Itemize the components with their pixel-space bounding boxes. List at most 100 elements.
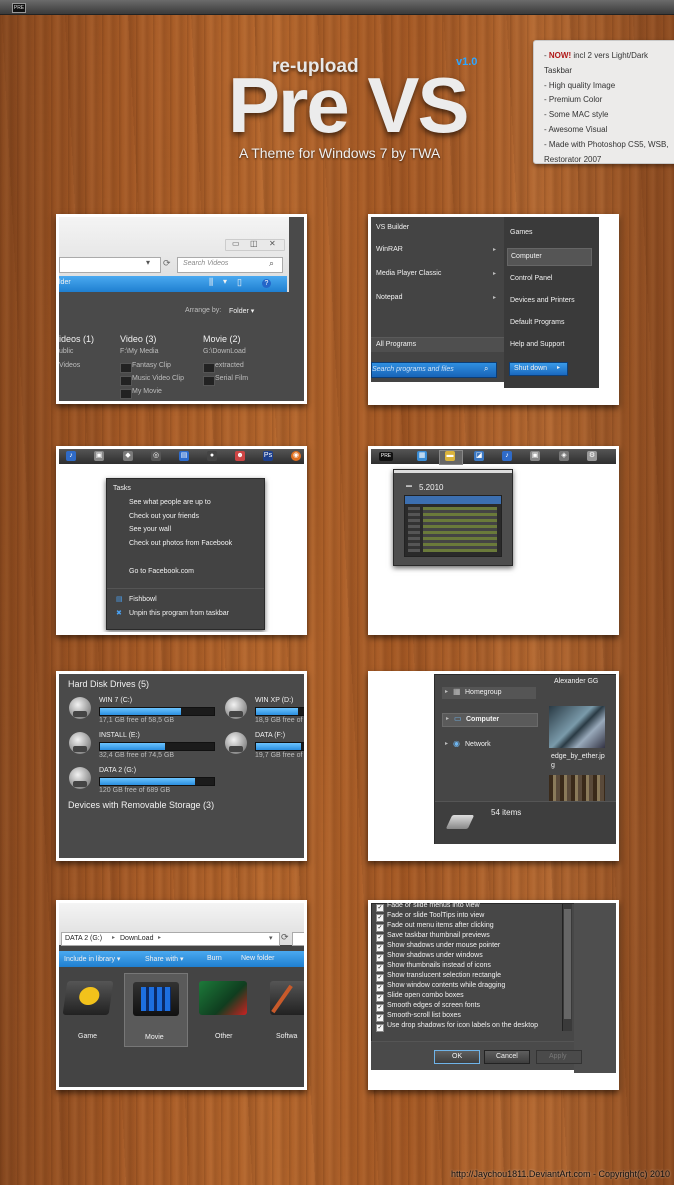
image-icon[interactable]: ◪ <box>474 451 484 461</box>
settings-icon[interactable]: ⚙ <box>587 451 597 461</box>
option-checkbox[interactable]: ✓ <box>376 924 384 932</box>
share-with-menu[interactable]: Share with ▾ <box>145 955 184 963</box>
music-icon[interactable]: ♪ <box>66 451 76 461</box>
search-icon[interactable]: ⌕ <box>484 364 488 374</box>
start-link[interactable]: Control Panel <box>510 275 552 282</box>
all-programs-row[interactable]: All Programs <box>371 337 504 352</box>
image-thumbnail[interactable] <box>549 706 605 748</box>
dropdown-icon[interactable]: ▾ <box>146 258 150 267</box>
option-checkbox[interactable]: ✓ <box>376 994 384 1002</box>
drive-name[interactable]: WIN XP (D:) <box>255 697 293 704</box>
tool-icon[interactable]: ▣ <box>530 451 540 461</box>
task-item[interactable]: See your wall <box>129 526 171 533</box>
open-program-item[interactable]: Fishbowl <box>129 596 157 603</box>
refresh-icon[interactable]: ⟳ <box>163 258 171 269</box>
address-bar[interactable]: DATA 2 (G:) ▸ DownLoad ▸ ▾ <box>61 932 280 946</box>
include-library-menu[interactable]: Include in library ▾ <box>64 955 120 963</box>
folder-tile-movie[interactable]: Movie <box>124 973 188 1047</box>
option-checkbox[interactable]: ✓ <box>376 984 384 992</box>
search-input[interactable]: Search Videos ⌕ <box>177 257 283 273</box>
shutdown-button[interactable]: Shut down ▸ <box>509 362 568 376</box>
cancel-button[interactable]: Cancel <box>484 1050 530 1064</box>
option-checkbox[interactable]: ✓ <box>376 964 384 972</box>
option-checkbox[interactable]: ✓ <box>376 944 384 952</box>
start-link-selected[interactable]: Computer <box>507 248 592 266</box>
preview-pane-icon[interactable]: ▯ <box>237 277 242 288</box>
option-checkbox[interactable]: ✓ <box>376 1014 384 1022</box>
pre-logo-icon[interactable]: PRE <box>379 452 393 461</box>
apply-button[interactable]: Apply <box>536 1050 582 1064</box>
thumbnail-popup[interactable]: ▬ 5.2010 <box>393 469 513 566</box>
drive-name[interactable]: DATA (F:) <box>255 732 285 739</box>
app-icon[interactable]: ◆ <box>123 451 133 461</box>
program-item[interactable]: VS Builder <box>376 224 409 231</box>
task-item[interactable]: Go to Facebook.com <box>129 568 194 575</box>
folder-label[interactable]: Videos <box>59 362 80 369</box>
folder-label[interactable]: extracted <box>215 362 244 369</box>
music-icon[interactable]: ♪ <box>502 451 512 461</box>
nav-item-homegroup[interactable]: ▸ ▦ Homegroup <box>442 687 536 699</box>
option-checkbox[interactable]: ✓ <box>376 1004 384 1012</box>
task-item[interactable]: Check out photos from Facebook <box>129 540 232 547</box>
task-item[interactable]: See what people are up to <box>129 499 211 506</box>
folder-label[interactable]: Serial Film <box>215 375 248 382</box>
nav-item-network[interactable]: ▸ ◉ Network <box>442 739 536 751</box>
nav-item-computer[interactable]: ▸ ▭ Computer <box>442 713 538 727</box>
app-icon[interactable]: ◈ <box>559 451 569 461</box>
photoshop-icon[interactable]: Ps <box>263 451 273 461</box>
maximize-icon[interactable]: ◫ <box>250 239 258 248</box>
folder-tile-software[interactable]: Softwa <box>264 973 304 1045</box>
firefox-icon[interactable]: ◉ <box>291 451 301 461</box>
folder-tile-other[interactable]: Other <box>193 973 255 1045</box>
address-bar[interactable]: ▾ <box>59 257 161 273</box>
program-item[interactable]: Media Player Classic <box>376 270 441 277</box>
breadcrumb-item[interactable]: DownLoad <box>120 935 153 942</box>
burn-button[interactable]: Burn <box>207 955 222 962</box>
folder-label[interactable]: Fantasy Clip <box>132 362 171 369</box>
image-thumbnail[interactable] <box>549 775 605 801</box>
folder-label[interactable]: My Movie <box>132 388 162 395</box>
start-search-input[interactable]: Search programs and files ⌕ <box>371 362 497 378</box>
option-checkbox[interactable]: ✓ <box>376 1024 384 1032</box>
folder-tile-game[interactable]: Game <box>59 973 119 1045</box>
search-icon[interactable]: ⌕ <box>269 258 274 269</box>
option-checkbox[interactable]: ✓ <box>376 974 384 982</box>
option-checkbox[interactable]: ✓ <box>376 954 384 962</box>
start-link[interactable]: Help and Support <box>510 341 564 348</box>
drive-name[interactable]: DATA 2 (G:) <box>99 767 136 774</box>
ok-button[interactable]: OK <box>434 1050 480 1064</box>
start-link[interactable]: Devices and Printers <box>510 297 575 304</box>
start-link[interactable]: Default Programs <box>510 319 564 326</box>
person-icon[interactable]: ● <box>207 451 217 461</box>
refresh-icon[interactable]: ⟳ <box>281 932 289 943</box>
new-folder-button[interactable]: New folder <box>241 955 274 962</box>
toolbar-label[interactable]: lder <box>59 279 71 286</box>
program-item[interactable]: Notepad <box>376 294 402 301</box>
scrollbar-thumb[interactable] <box>564 909 571 1019</box>
tool-icon[interactable]: ▣ <box>94 451 104 461</box>
view-icon[interactable]: ⫼ <box>209 277 213 288</box>
explorer-icon[interactable]: ▦ <box>417 451 427 461</box>
unpin-item[interactable]: Unpin this program from taskbar <box>129 610 229 617</box>
option-checkbox[interactable]: ✓ <box>376 914 384 922</box>
option-checkbox[interactable]: ✓ <box>376 934 384 942</box>
close-icon[interactable]: ✕ <box>269 239 276 248</box>
breadcrumb-item[interactable]: DATA 2 (G:) <box>65 935 102 942</box>
start-link[interactable]: Games <box>510 229 533 236</box>
drive-name[interactable]: INSTALL (E:) <box>99 732 140 739</box>
arrange-dropdown[interactable]: Folder ▾ <box>229 307 254 315</box>
scrollbar[interactable] <box>562 904 572 1031</box>
help-icon[interactable]: ? <box>262 279 271 288</box>
folder-label[interactable]: Music Video Clip <box>132 375 184 382</box>
search-input[interactable] <box>292 932 304 946</box>
dropdown-icon[interactable]: ▾ <box>269 934 273 942</box>
minimize-icon[interactable]: ▭ <box>232 239 240 248</box>
smiley-icon[interactable]: ☻ <box>235 451 245 461</box>
network-icon[interactable]: ◎ <box>151 451 161 461</box>
task-item[interactable]: Check out your friends <box>129 513 199 520</box>
chevron-down-icon[interactable]: ▾ <box>223 277 227 286</box>
drive-name[interactable]: WIN 7 (C:) <box>99 697 132 704</box>
option-checkbox[interactable]: ✓ <box>376 904 384 912</box>
program-item[interactable]: WinRAR <box>376 246 403 253</box>
fishbowl-icon[interactable]: ▤ <box>179 451 189 461</box>
